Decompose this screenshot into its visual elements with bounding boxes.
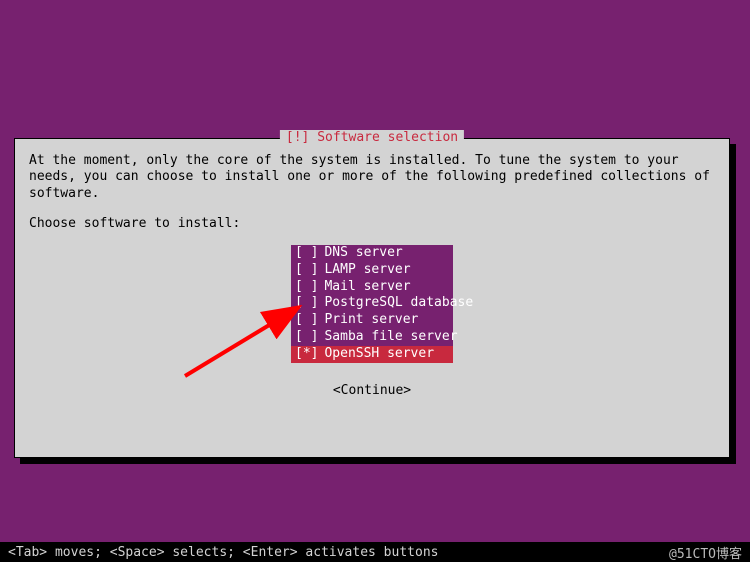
- checkbox-bracket: [ ]: [295, 312, 318, 329]
- dialog-container: [!] Software selection At the moment, on…: [14, 138, 734, 463]
- option-samba-file-server[interactable]: [ ] Samba file server: [291, 329, 453, 346]
- option-openssh-server[interactable]: [*] OpenSSH server: [291, 346, 453, 363]
- software-selection-dialog: [!] Software selection At the moment, on…: [14, 138, 730, 458]
- software-options-list: [ ] DNS server [ ] LAMP server [ ] Mail …: [291, 245, 453, 363]
- option-label: PostgreSQL database: [324, 295, 473, 312]
- dialog-title: [!] Software selection: [280, 130, 464, 145]
- option-label: Print server: [324, 312, 418, 329]
- dialog-description: At the moment, only the core of the syst…: [29, 153, 715, 202]
- continue-wrap: <Continue>: [29, 383, 715, 398]
- footer-hint: <Tab> moves; <Space> selects; <Enter> ac…: [8, 545, 438, 560]
- checkbox-bracket: [ ]: [295, 329, 318, 346]
- option-mail-server[interactable]: [ ] Mail server: [291, 279, 453, 296]
- option-label: DNS server: [324, 245, 402, 262]
- checkbox-bracket: [ ]: [295, 245, 318, 262]
- option-postgresql-database[interactable]: [ ] PostgreSQL database: [291, 295, 453, 312]
- option-print-server[interactable]: [ ] Print server: [291, 312, 453, 329]
- option-label: Samba file server: [324, 329, 457, 346]
- continue-button[interactable]: <Continue>: [333, 383, 411, 398]
- option-lamp-server[interactable]: [ ] LAMP server: [291, 262, 453, 279]
- footer-bar: <Tab> moves; <Space> selects; <Enter> ac…: [0, 542, 750, 562]
- dialog-body: At the moment, only the core of the syst…: [15, 139, 729, 398]
- checkbox-bracket: [ ]: [295, 295, 318, 312]
- checkbox-bracket: [ ]: [295, 262, 318, 279]
- checkbox-bracket: [*]: [295, 346, 318, 363]
- option-label: Mail server: [324, 279, 410, 296]
- dialog-prompt: Choose software to install:: [29, 216, 715, 231]
- option-dns-server[interactable]: [ ] DNS server: [291, 245, 453, 262]
- option-label: OpenSSH server: [324, 346, 434, 363]
- watermark: @51CTO博客: [669, 543, 742, 562]
- checkbox-bracket: [ ]: [295, 279, 318, 296]
- option-label: LAMP server: [324, 262, 410, 279]
